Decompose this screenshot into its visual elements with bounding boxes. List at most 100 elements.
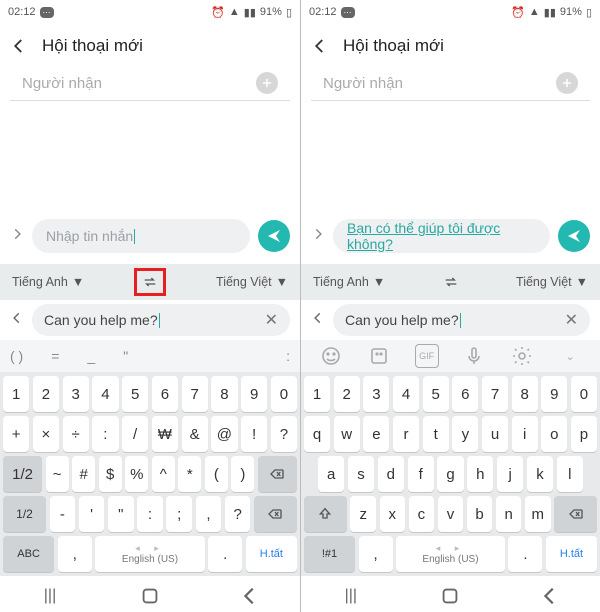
half-key[interactable]: 1/2: [3, 496, 46, 532]
key-x[interactable]: x: [380, 496, 406, 532]
expand-icon[interactable]: ⌄: [558, 344, 582, 368]
space-key[interactable]: ◂ ▸ English (US): [95, 536, 204, 572]
key-7[interactable]: 7: [182, 376, 208, 412]
key-1[interactable]: 1: [304, 376, 330, 412]
key-9[interactable]: 9: [541, 376, 567, 412]
key-2[interactable]: 2: [33, 376, 59, 412]
backspace-key[interactable]: [254, 496, 297, 532]
recipient-input[interactable]: Người nhận: [22, 75, 248, 92]
key-3[interactable]: 3: [63, 376, 89, 412]
nav-home[interactable]: [439, 585, 461, 607]
expand-icon[interactable]: [10, 227, 24, 246]
period-key[interactable]: .: [508, 536, 542, 572]
period-key[interactable]: .: [208, 536, 242, 572]
key-~[interactable]: ~: [46, 456, 69, 492]
key-q[interactable]: q: [304, 416, 330, 452]
key-;[interactable]: ;: [166, 496, 192, 532]
key-u[interactable]: u: [482, 416, 508, 452]
nav-home[interactable]: [139, 585, 161, 607]
back-button[interactable]: [10, 37, 28, 55]
key-÷[interactable]: ÷: [63, 416, 89, 452]
key-×[interactable]: ×: [33, 416, 59, 452]
key-m[interactable]: m: [525, 496, 551, 532]
key-'[interactable]: ': [79, 496, 105, 532]
key-^[interactable]: ^: [152, 456, 175, 492]
add-recipient-button[interactable]: [256, 72, 278, 94]
key-7[interactable]: 7: [482, 376, 508, 412]
key-:[interactable]: :: [92, 416, 118, 452]
key-?[interactable]: ?: [225, 496, 251, 532]
emoji-icon[interactable]: [319, 344, 343, 368]
key-r[interactable]: r: [393, 416, 419, 452]
key-/[interactable]: /: [122, 416, 148, 452]
key-j[interactable]: j: [497, 456, 523, 492]
gif-icon[interactable]: GIF: [415, 344, 439, 368]
send-button[interactable]: [258, 220, 290, 252]
key-b[interactable]: b: [467, 496, 493, 532]
target-language-select[interactable]: Tiếng Việt ▼: [216, 275, 288, 289]
expand-icon[interactable]: [311, 227, 325, 246]
translate-input[interactable]: Can you help me? ✕: [32, 304, 290, 336]
key-a[interactable]: a: [318, 456, 344, 492]
key-8[interactable]: 8: [211, 376, 237, 412]
source-language-select[interactable]: Tiếng Anh ▼: [313, 275, 385, 289]
suggestion-item[interactable]: ": [123, 348, 128, 364]
nav-back[interactable]: [239, 585, 261, 607]
key-1[interactable]: 1: [3, 376, 29, 412]
key--[interactable]: -: [50, 496, 76, 532]
backspace-key[interactable]: [554, 496, 597, 532]
key-p[interactable]: p: [571, 416, 597, 452]
key-2[interactable]: 2: [334, 376, 360, 412]
key-"[interactable]: ": [108, 496, 134, 532]
key-4[interactable]: 4: [92, 376, 118, 412]
mode-key[interactable]: 1/2: [3, 456, 42, 492]
mode-key[interactable]: !#1: [304, 536, 355, 572]
key-h[interactable]: h: [467, 456, 493, 492]
comma-key[interactable]: ,: [359, 536, 393, 572]
key-$[interactable]: $: [99, 456, 122, 492]
key-s[interactable]: s: [348, 456, 374, 492]
key-#[interactable]: #: [72, 456, 95, 492]
key-l[interactable]: l: [557, 456, 583, 492]
suggestion-item[interactable]: :: [286, 348, 290, 364]
key-)[interactable]: ): [231, 456, 254, 492]
key-f[interactable]: f: [408, 456, 434, 492]
swap-languages-button[interactable]: [139, 271, 161, 293]
key-:[interactable]: :: [137, 496, 163, 532]
mode-key[interactable]: ABC: [3, 536, 54, 572]
key-([interactable]: (: [205, 456, 228, 492]
nav-back[interactable]: [539, 585, 561, 607]
key-w[interactable]: w: [334, 416, 360, 452]
backspace-key[interactable]: [258, 456, 297, 492]
swap-languages-button[interactable]: [440, 271, 462, 293]
nav-recents[interactable]: |||: [340, 585, 362, 607]
key-e[interactable]: e: [363, 416, 389, 452]
key-*[interactable]: *: [178, 456, 201, 492]
action-key[interactable]: H.tất: [546, 536, 597, 572]
clear-button[interactable]: ✕: [265, 310, 278, 330]
suggestion-item[interactable]: _: [87, 348, 95, 364]
sticker-icon[interactable]: [367, 344, 391, 368]
key-5[interactable]: 5: [122, 376, 148, 412]
key-v[interactable]: v: [438, 496, 464, 532]
key-![interactable]: !: [241, 416, 267, 452]
source-language-select[interactable]: Tiếng Anh ▼: [12, 275, 84, 289]
voice-icon[interactable]: [462, 344, 486, 368]
shift-key[interactable]: [304, 496, 347, 532]
action-key[interactable]: H.tất: [246, 536, 297, 572]
send-button[interactable]: [558, 220, 590, 252]
key-t[interactable]: t: [423, 416, 449, 452]
key-i[interactable]: i: [512, 416, 538, 452]
key-%[interactable]: %: [125, 456, 148, 492]
key-+[interactable]: +: [3, 416, 29, 452]
suggestion-item[interactable]: ( ): [10, 348, 23, 364]
key-5[interactable]: 5: [423, 376, 449, 412]
key-3[interactable]: 3: [363, 376, 389, 412]
key-4[interactable]: 4: [393, 376, 419, 412]
suggestion-item[interactable]: =: [51, 348, 59, 364]
nav-recents[interactable]: |||: [39, 585, 61, 607]
key-&[interactable]: &: [182, 416, 208, 452]
key-@[interactable]: @: [211, 416, 237, 452]
key-z[interactable]: z: [350, 496, 376, 532]
key-6[interactable]: 6: [152, 376, 178, 412]
